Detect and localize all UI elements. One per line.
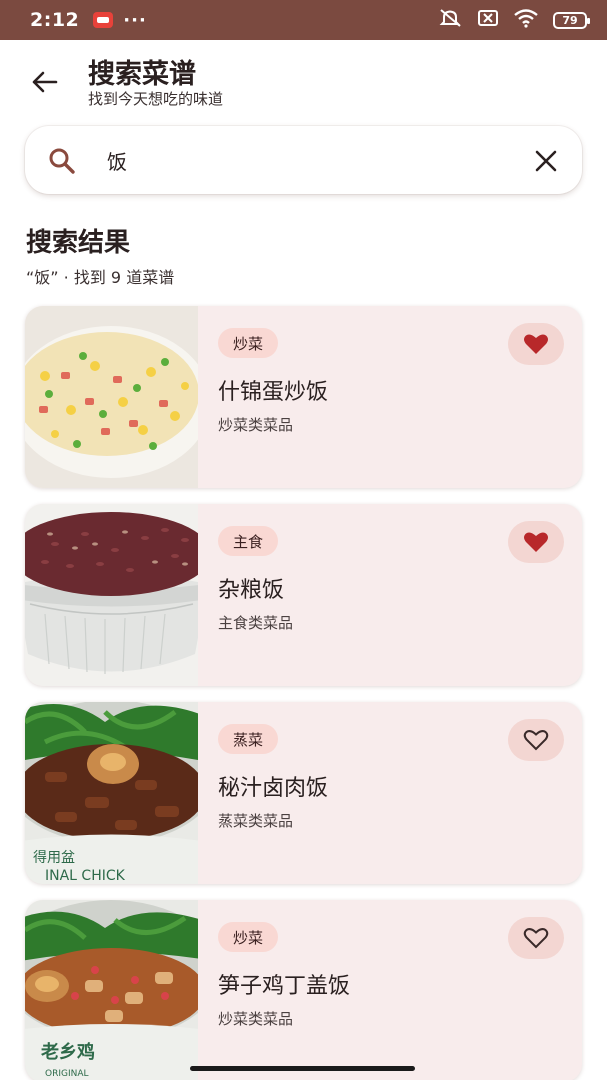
mute-icon xyxy=(439,8,463,32)
recipe-card[interactable]: 得用盆 INAL CHICK 蒸菜 秘汁卤肉饭 蒸菜类菜品 xyxy=(25,702,582,884)
search-input[interactable] xyxy=(107,144,507,176)
page-subtitle: 找到今天想吃的味道 xyxy=(88,90,224,108)
more-notifications-icon: ··· xyxy=(123,9,147,31)
recipe-image-fried-rice xyxy=(25,306,198,488)
status-bar: 2:12 ··· 79 xyxy=(0,0,607,40)
recipe-card[interactable]: 主食 杂粮饭 主食类菜品 xyxy=(25,504,582,686)
heart-outline-icon xyxy=(523,730,549,751)
recipe-image-multigrain-rice xyxy=(25,504,198,686)
results-summary: “饭” · 找到 9 道菜谱 xyxy=(26,268,175,287)
no-sim-icon xyxy=(477,9,499,31)
page-header: 搜索菜谱 找到今天想吃的味道 xyxy=(0,40,607,120)
recipe-tag: 炒菜 xyxy=(218,922,279,952)
clear-search-button[interactable] xyxy=(532,147,560,175)
heart-filled-icon xyxy=(524,334,548,354)
recipe-card[interactable]: 老乡鸡 ORIGINAL 炒菜 笋子鸡丁盖饭 炒菜类菜品 xyxy=(25,900,582,1080)
favorite-button[interactable] xyxy=(508,917,564,959)
recipe-tag: 炒菜 xyxy=(218,328,279,358)
svg-text:INAL CHICK: INAL CHICK xyxy=(45,868,126,884)
svg-text:得用盆: 得用盆 xyxy=(33,849,75,866)
close-icon xyxy=(535,150,557,172)
recipe-tag: 蒸菜 xyxy=(218,724,279,754)
results-title: 搜索结果 xyxy=(26,228,131,258)
favorite-button[interactable] xyxy=(508,323,564,365)
wifi-icon xyxy=(513,8,539,32)
search-icon xyxy=(47,146,77,180)
battery-icon: 79 xyxy=(553,11,590,29)
status-time: 2:12 xyxy=(30,9,80,31)
svg-text:ORIGINAL: ORIGINAL xyxy=(45,1069,89,1079)
recipe-tag: 主食 xyxy=(218,526,279,556)
recipe-name: 秘汁卤肉饭 xyxy=(218,776,329,801)
search-bar xyxy=(25,126,582,194)
home-indicator[interactable] xyxy=(190,1066,415,1071)
arrow-left-icon xyxy=(32,71,58,93)
heart-filled-icon xyxy=(524,532,548,552)
page-title: 搜索菜谱 xyxy=(88,59,196,90)
recipe-card[interactable]: 炒菜 什锦蛋炒饭 炒菜类菜品 xyxy=(25,306,582,488)
recipe-image-braised-pork-rice: 得用盆 INAL CHICK xyxy=(25,702,198,884)
recipe-category: 炒菜类菜品 xyxy=(218,416,294,434)
heart-outline-icon xyxy=(523,928,549,949)
recipe-category: 主食类菜品 xyxy=(218,614,294,632)
favorite-button[interactable] xyxy=(508,719,564,761)
back-button[interactable] xyxy=(26,64,62,100)
recipe-name: 笋子鸡丁盖饭 xyxy=(218,974,351,999)
recipe-category: 炒菜类菜品 xyxy=(218,1010,294,1028)
recipe-name: 什锦蛋炒饭 xyxy=(218,380,329,405)
favorite-button[interactable] xyxy=(508,521,564,563)
recipe-image-chicken-rice-bowl: 老乡鸡 ORIGINAL xyxy=(25,900,198,1080)
recipe-category: 蒸菜类菜品 xyxy=(218,812,294,830)
svg-text:老乡鸡: 老乡鸡 xyxy=(41,1041,95,1063)
recipe-name: 杂粮饭 xyxy=(218,578,285,603)
app-notification-icon xyxy=(93,12,114,28)
